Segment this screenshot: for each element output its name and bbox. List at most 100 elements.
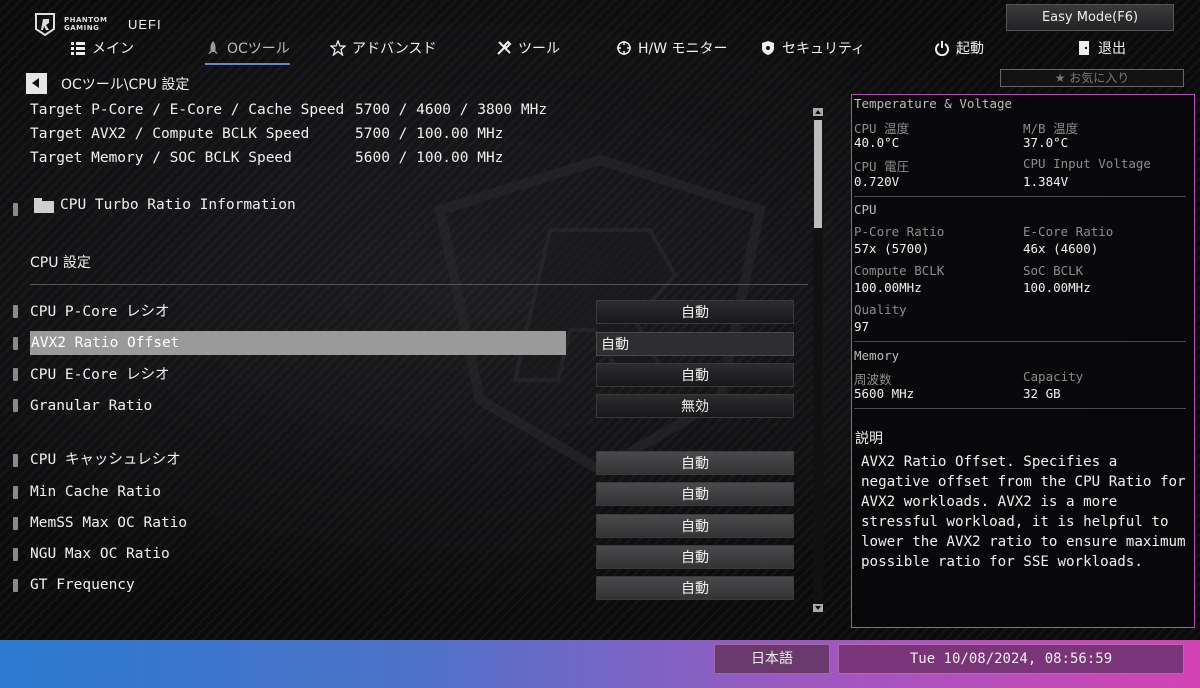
exit-door-icon: [1079, 41, 1089, 55]
quality-label: Quality: [854, 302, 907, 317]
star-icon: [330, 40, 346, 56]
info-label: Target P-Core / E-Core / Cache Speed: [30, 102, 345, 118]
setting-ngu-ratio-label[interactable]: NGU Max OC Ratio: [30, 542, 170, 566]
tab-tool[interactable]: ツール: [496, 36, 560, 60]
tab-boot[interactable]: 起動: [934, 36, 984, 60]
shield-icon: [762, 41, 774, 55]
back-arrow-icon[interactable]: [26, 73, 47, 94]
setting-ecore-ratio-value[interactable]: 自動: [596, 363, 794, 387]
panel-divider: [854, 341, 1186, 342]
tab-security[interactable]: セキュリティ: [760, 36, 865, 60]
row-marker: [13, 517, 18, 530]
soc-bclk-label: SoC BCLK: [1023, 263, 1084, 278]
pcore-ratio-value: 57x (5700): [854, 241, 930, 256]
row-marker: [13, 454, 18, 467]
cpu-voltage-label: CPU 電圧: [854, 159, 910, 174]
row-marker: [13, 399, 18, 412]
scroll-up-icon[interactable]: [813, 108, 823, 116]
setting-gt-frequency-label[interactable]: GT Frequency: [30, 573, 135, 597]
row-marker: [13, 579, 18, 592]
crosshair-icon: [617, 41, 631, 55]
hw-info-panel: Temperature & Voltage CPU 温度 40.0°C M/B …: [851, 94, 1195, 628]
tab-tool-label: ツール: [518, 41, 560, 57]
brand-line-1: PHANTOM: [64, 16, 108, 24]
tab-oc-tweaker-label: OCツール: [227, 41, 290, 57]
cpu-input-voltage-label: CPU Input Voltage: [1023, 156, 1151, 171]
row-marker: [13, 548, 18, 561]
row-marker: [13, 305, 18, 318]
quality-value: 97: [854, 319, 870, 334]
favorites-button[interactable]: ★ お気に入り: [1000, 69, 1184, 87]
compute-bclk-label: Compute BCLK: [854, 263, 945, 278]
setting-ngu-ratio-value[interactable]: 自動: [596, 545, 794, 569]
tab-security-label: セキュリティ: [782, 41, 866, 57]
setting-ecore-ratio-label[interactable]: CPU E-Core レシオ: [30, 363, 170, 387]
soc-bclk-value: 100.00MHz: [1023, 280, 1091, 295]
temp-voltage-title: Temperature & Voltage: [854, 96, 1013, 111]
language-button[interactable]: 日本語: [714, 644, 830, 674]
footer-bar: 日本語 Tue 10/08/2024, 08:56:59: [0, 640, 1200, 688]
tab-advanced[interactable]: アドバンスド: [330, 36, 436, 60]
scroll-thumb[interactable]: [814, 120, 822, 228]
setting-memss-ratio-label[interactable]: MemSS Max OC Ratio: [30, 511, 187, 535]
tab-exit[interactable]: 退出: [1076, 36, 1126, 60]
breadcrumb: OCツール\CPU 設定: [26, 73, 189, 94]
setting-cache-ratio-label[interactable]: CPU キャッシュレシオ: [30, 448, 181, 472]
setting-granular-ratio-label[interactable]: Granular Ratio: [30, 394, 152, 418]
breadcrumb-path: OCツール\CPU 設定: [61, 76, 190, 93]
setting-gt-frequency-value[interactable]: 自動: [596, 576, 794, 600]
mem-capacity-label: Capacity: [1023, 369, 1084, 384]
setting-cache-ratio-value[interactable]: 自動: [596, 451, 794, 475]
ecore-ratio-label: E-Core Ratio: [1023, 224, 1114, 239]
setting-granular-ratio-value[interactable]: 無効: [596, 394, 794, 418]
tab-hw-monitor-label: H/W モニター: [638, 41, 728, 57]
cpu-title: CPU: [854, 202, 877, 217]
info-value: 5700 / 4600 / 3800 MHz: [355, 102, 548, 118]
tab-oc-tweaker[interactable]: OCツール: [205, 36, 290, 65]
mb-temp-value: 37.0°C: [1023, 135, 1069, 150]
brand-line-2: GAMING: [64, 24, 100, 32]
tools-icon: [497, 40, 512, 55]
setting-min-cache-ratio-value[interactable]: 自動: [596, 482, 794, 506]
rocket-icon: [208, 41, 218, 54]
list-icon: [71, 42, 85, 55]
tab-hw-monitor[interactable]: H/W モニター: [616, 36, 728, 60]
tab-exit-label: 退出: [1098, 41, 1126, 57]
setting-pcore-ratio-value[interactable]: 自動: [596, 300, 794, 324]
tab-boot-label: 起動: [956, 41, 984, 57]
tab-advanced-label: アドバンスド: [352, 41, 437, 57]
setting-min-cache-ratio-label[interactable]: Min Cache Ratio: [30, 480, 161, 504]
easy-mode-button[interactable]: Easy Mode(F6): [1006, 4, 1174, 31]
uefi-label: UEFI: [128, 16, 162, 32]
setting-memss-ratio-value[interactable]: 自動: [596, 514, 794, 538]
setting-avx2-offset-value[interactable]: 自動: [596, 332, 794, 356]
description-text: AVX2 Ratio Offset. Specifies a negative …: [861, 454, 1186, 570]
folder-icon: [34, 197, 54, 213]
tab-main-label: メイン: [92, 41, 134, 57]
row-marker: [13, 337, 18, 350]
settings-scrollbar[interactable]: [813, 108, 823, 614]
cpu-temp-value: 40.0°C: [854, 135, 900, 150]
description-title: 説明: [855, 431, 883, 447]
panel-divider: [854, 196, 1186, 197]
power-icon: [935, 41, 949, 56]
tab-main[interactable]: メイン: [70, 36, 134, 60]
datetime-display[interactable]: Tue 10/08/2024, 08:56:59: [838, 644, 1184, 674]
pcore-ratio-label: P-Core Ratio: [854, 224, 945, 239]
mem-frequency-value: 5600 MHz: [854, 386, 915, 401]
row-marker: [13, 368, 18, 381]
section-title: CPU 設定: [30, 255, 91, 271]
cpu-turbo-ratio-folder[interactable]: CPU Turbo Ratio Information: [34, 197, 296, 213]
setting-avx2-offset-label[interactable]: AVX2 Ratio Offset: [30, 331, 566, 355]
main-nav: メイン OCツール アドバンスド ツール H/W モニター セキュリティ 起動 …: [0, 32, 1200, 65]
cpu-input-voltage-value: 1.384V: [1023, 174, 1069, 189]
info-value: 5600 / 100.00 MHz: [355, 150, 504, 166]
scroll-down-icon[interactable]: [813, 604, 823, 612]
panel-divider: [854, 408, 1186, 409]
mem-capacity-value: 32 GB: [1023, 386, 1061, 401]
setting-pcore-ratio-label[interactable]: CPU P-Core レシオ: [30, 300, 170, 324]
info-label: Target Memory / SOC BCLK Speed: [30, 150, 292, 166]
cpu-voltage-value: 0.720V: [854, 174, 900, 189]
ecore-ratio-value: 46x (4600): [1023, 241, 1099, 256]
brand-name: PHANTOM GAMING: [64, 16, 112, 32]
